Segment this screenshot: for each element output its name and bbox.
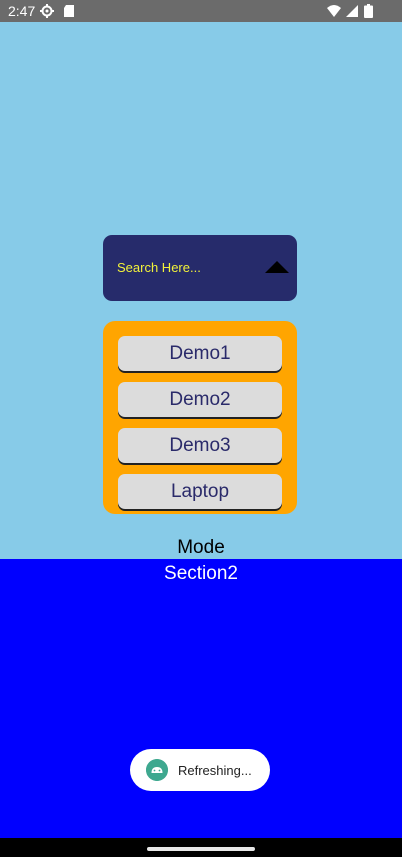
android-icon <box>146 759 168 781</box>
status-time: 2:47 <box>8 3 36 19</box>
search-dropdown[interactable]: Search Here... <box>103 235 297 301</box>
status-bar: 2:47 <box>0 0 402 22</box>
mode-label: Mode <box>177 537 225 558</box>
dropdown-list-panel: Demo1 Demo2 Demo3 Laptop <box>103 321 297 514</box>
search-placeholder: Search Here... <box>117 260 201 275</box>
navigation-bar <box>0 838 402 857</box>
home-gesture-handle[interactable] <box>147 847 255 851</box>
list-item-demo3[interactable]: Demo3 <box>118 428 282 463</box>
sd-card-icon <box>64 5 74 17</box>
toast-text: Refreshing... <box>178 763 252 778</box>
list-item-laptop[interactable]: Laptop <box>118 474 282 509</box>
settings-gear-icon <box>40 4 54 18</box>
signal-icon <box>346 5 358 17</box>
list-item-demo1[interactable]: Demo1 <box>118 336 282 371</box>
list-item-demo2[interactable]: Demo2 <box>118 382 282 417</box>
refresh-toast: Refreshing... <box>130 749 270 791</box>
wifi-icon <box>327 5 341 17</box>
section2-label: Section2 <box>164 563 238 584</box>
section2-panel <box>0 559 402 838</box>
battery-icon <box>364 4 373 18</box>
caret-up-icon[interactable] <box>265 261 289 273</box>
